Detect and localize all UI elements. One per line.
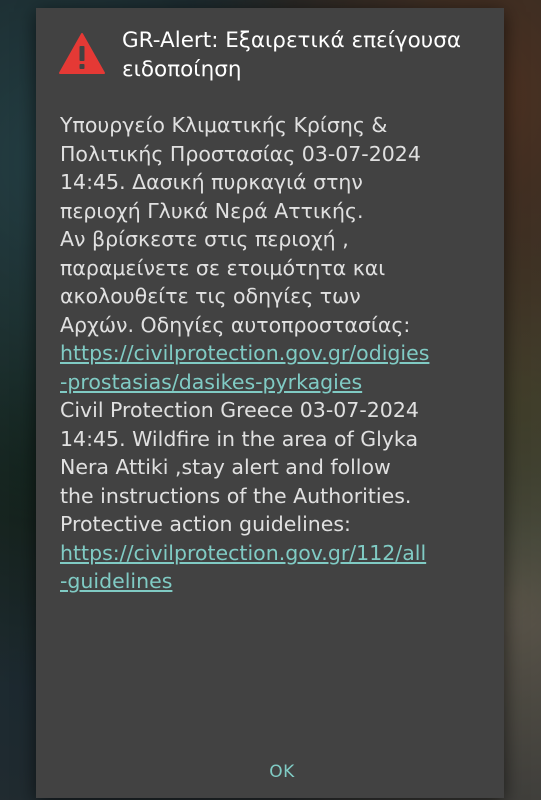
ok-button[interactable]: OK [252, 752, 312, 792]
message-line: παραμείνετε σε ετοιμότητα και [60, 255, 386, 280]
dialog-title: GR-Alert: Εξαιρετικά επείγουσα ειδοποίησ… [122, 28, 462, 82]
message-line: περιοχή Γλυκά Νερά Αττικής. [60, 198, 364, 223]
self-protection-link-part1[interactable]: https://civilprotection.gov.gr/odigies [60, 341, 429, 365]
guidelines-link: https://civilprotection.gov.gr/112/all [60, 539, 490, 568]
self-protection-link: https://civilprotection.gov.gr/odigies [60, 339, 490, 368]
message-line: Αν βρίσκεστε στις περιοχή , [60, 227, 349, 251]
alert-message: Υπουργείο Κλιματικής Κρίσης & Πολιτικής … [60, 111, 490, 596]
message-line: Αρχών. Οδηγίες αυτοπροστασίας: [60, 312, 411, 337]
emergency-alert-dialog: GR-Alert: Εξαιρετικά επείγουσα ειδοποίησ… [36, 8, 504, 798]
message-line: Protective action guidelines: [60, 512, 351, 536]
message-line: 14:45. Δασική πυρκαγιά στην [60, 170, 363, 194]
message-line: the instructions of the Authorities. [60, 483, 412, 508]
message-line: Πολιτικής Προστασίας 03-07-2024 [60, 141, 421, 166]
message-line: Nera Attiki ,stay alert and follow [60, 455, 391, 479]
message-line: ακολουθείτε τις οδηγίες των [60, 284, 361, 308]
warning-icon [59, 33, 105, 74]
message-line: Civil Protection Greece 03-07-2024 [60, 398, 419, 422]
guidelines-link-cont: -guidelines [60, 567, 490, 596]
message-line: 14:45. Wildfire in the area of Glyka [60, 426, 419, 451]
guidelines-link-part2[interactable]: -guidelines [60, 569, 172, 593]
dialog-header: GR-Alert: Εξαιρετικά επείγουσα ειδοποίησ… [58, 26, 488, 84]
guidelines-link-part1[interactable]: https://civilprotection.gov.gr/112/all [60, 541, 426, 565]
self-protection-link-part2[interactable]: -prostasias/dasikes-pyrkagies [60, 370, 362, 394]
message-line: Υπουργείο Κλιματικής Κρίσης & [60, 113, 388, 137]
self-protection-link-cont: -prostasias/dasikes-pyrkagies [60, 368, 490, 397]
